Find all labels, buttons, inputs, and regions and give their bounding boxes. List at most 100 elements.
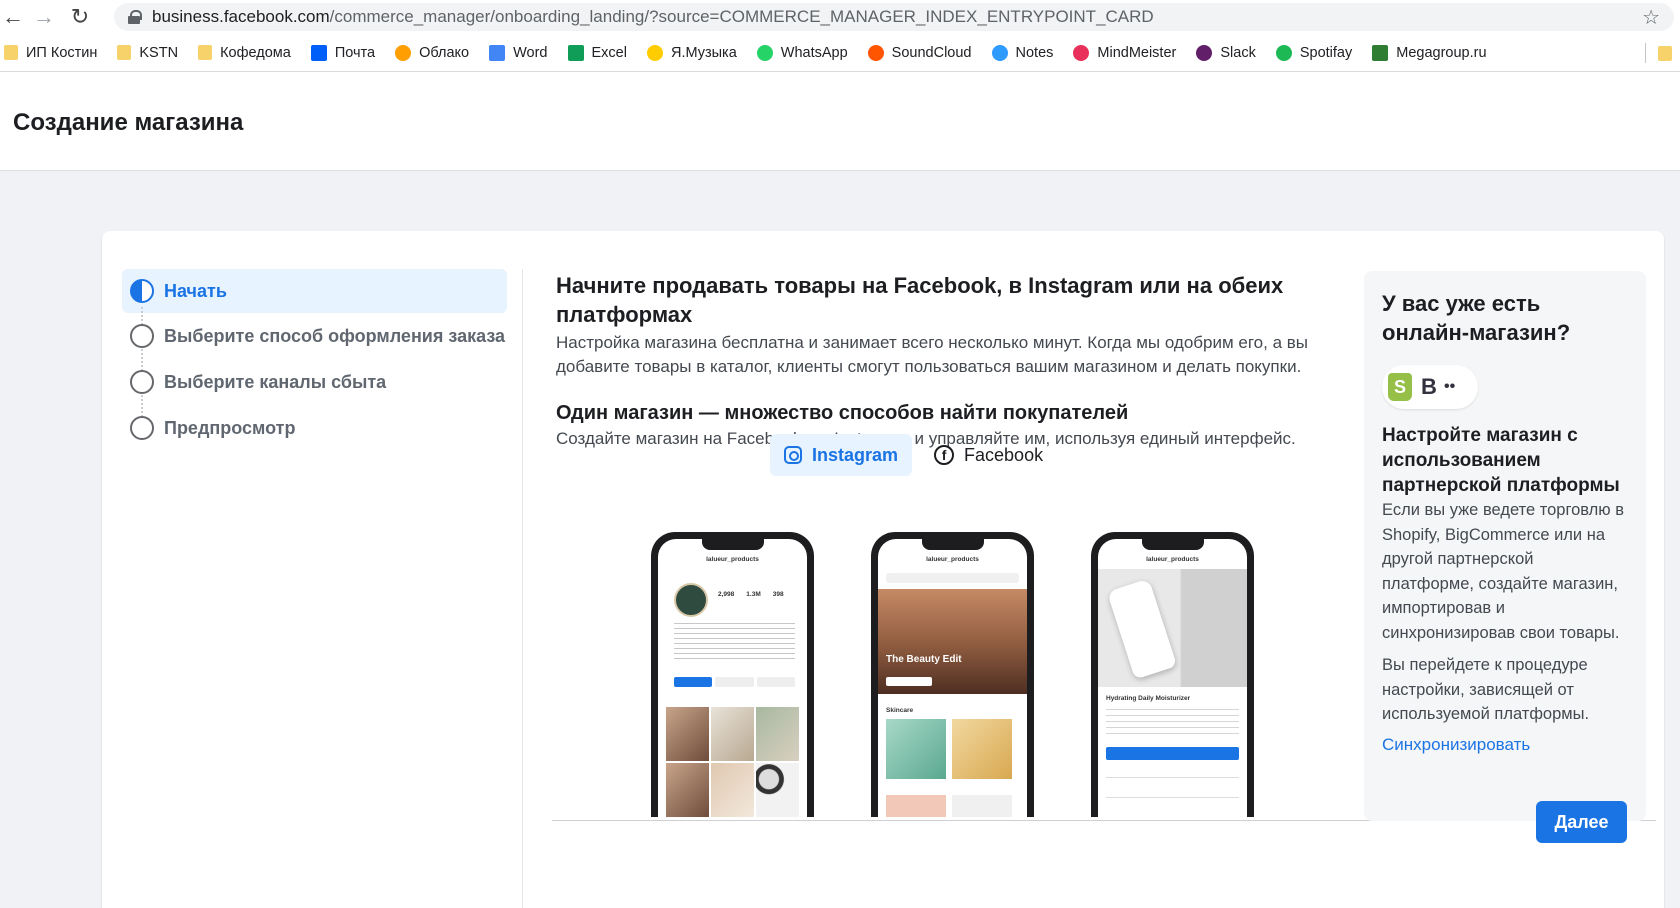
phone-mockup-product: lalueur_products Hydrating Daily Moistur… xyxy=(1091,532,1254,817)
phone-screen: lalueur_products Hydrating Daily Moistur… xyxy=(1098,539,1247,817)
folder-icon xyxy=(1658,45,1672,61)
bookmark-item[interactable]: Slack xyxy=(1196,44,1256,61)
spotify-icon xyxy=(1275,44,1292,61)
sync-link[interactable]: Синхронизировать xyxy=(1382,735,1628,755)
product-cta xyxy=(1106,747,1239,760)
bookmark-item[interactable]: Облако xyxy=(395,44,470,61)
bookmark-item[interactable]: Notes xyxy=(991,44,1053,61)
bookmark-item[interactable]: SoundCloud xyxy=(867,44,972,61)
main-subtitle: Один магазин — множество способов найти … xyxy=(556,402,1129,424)
bookmark-label: MindMeister xyxy=(1097,44,1177,61)
vertical-divider xyxy=(522,269,523,908)
bookmark-label: SoundCloud xyxy=(891,44,972,61)
profile-photo-grid xyxy=(666,707,799,817)
bookmark-item[interactable]: Excel xyxy=(567,44,627,61)
shop-hero-button xyxy=(886,677,932,686)
bookmark-label: Кофедома xyxy=(220,44,291,61)
star-icon[interactable]: ☆ xyxy=(1642,5,1660,30)
step-label: Выберите способ оформления заказа xyxy=(164,325,506,346)
step-start[interactable]: Начать xyxy=(122,269,507,329)
bookmark-label: Word xyxy=(513,44,548,61)
partner-logos: S B •• xyxy=(1382,365,1478,409)
phone-screen: lalueur_products The Beauty Edit Skincar… xyxy=(878,539,1027,817)
bookmark-item[interactable]: Я.Музыка xyxy=(646,44,737,61)
yandex-music-icon xyxy=(646,44,663,61)
bookmarks-overflow[interactable] xyxy=(1645,43,1680,63)
bookmark-item[interactable]: Spotifay xyxy=(1275,44,1352,61)
bookmark-label: Облако xyxy=(419,44,470,61)
more-icon: •• xyxy=(1444,378,1456,395)
step-label: Начать xyxy=(164,280,227,301)
bookmark-item[interactable]: WhatsApp xyxy=(756,44,848,61)
product-tile xyxy=(952,795,1012,817)
page-title: Создание магазина xyxy=(13,109,244,136)
step-preview[interactable]: Предпросмотр xyxy=(122,405,507,451)
phone-notch xyxy=(922,539,984,550)
side-subtitle: Настройте магазин с использованием партн… xyxy=(1382,425,1620,496)
notes-icon xyxy=(991,44,1008,61)
bookmarks-bar: ИП Костин KSTN Кофедома Почта Облако Word Exce… xyxy=(0,34,1680,72)
bookmarks-separator xyxy=(1645,43,1646,63)
url-host: business.facebook.com xyxy=(152,7,330,26)
profile-avatar xyxy=(674,583,708,617)
soundcloud-icon xyxy=(867,44,884,61)
bookmark-item[interactable]: MindMeister xyxy=(1073,44,1177,61)
profile-buttons xyxy=(674,677,795,687)
forward-arrow-icon[interactable]: → xyxy=(26,0,62,34)
word-icon xyxy=(489,44,506,61)
url-path: /commerce_manager/onboarding_landing/?so… xyxy=(329,7,1154,26)
next-button[interactable]: Далее xyxy=(1536,801,1627,843)
bookmark-label: ИП Костин xyxy=(26,44,98,61)
shop-section-title: Skincare xyxy=(886,707,914,714)
toggle-facebook[interactable]: f Facebook xyxy=(920,434,1057,476)
browser-toolbar: ← → ↻ business.facebook.com/commerce_man… xyxy=(0,0,1680,34)
reload-icon[interactable]: ↻ xyxy=(62,0,98,34)
phone-mockup-profile: lalueur_products 2,998 1.3M 398 xyxy=(651,532,814,817)
bookmark-item[interactable]: Почта xyxy=(310,44,375,61)
bookmark-item[interactable]: ИП Костин xyxy=(4,45,97,61)
step-checkout[interactable]: Выберите способ оформления заказа xyxy=(122,313,507,371)
mail-icon xyxy=(310,44,327,61)
step-circle-icon xyxy=(130,324,154,348)
bookmark-label: Megagroup.ru xyxy=(1396,44,1487,61)
product-divider xyxy=(1106,777,1239,778)
step-channels[interactable]: Выберите каналы сбыта xyxy=(122,359,507,417)
bookmark-label: Я.Музыка xyxy=(670,44,737,61)
onboarding-card: Начать Выберите способ оформления заказа… xyxy=(102,231,1664,908)
main-title: Начните продавать товары на Facebook, в … xyxy=(556,273,1284,327)
phone-shop-name: lalueur_products xyxy=(926,556,979,563)
folder-icon xyxy=(4,45,18,60)
product-name: Hydrating Daily Moisturizer xyxy=(1106,695,1191,702)
step-circle-icon xyxy=(130,370,154,394)
bookmark-item[interactable]: KSTN xyxy=(117,45,178,61)
stat-posts: 2,998 xyxy=(718,591,735,598)
product-tile xyxy=(952,719,1012,779)
side-text-2: Вы перейдете к процедуре настройки, зави… xyxy=(1382,656,1590,723)
back-arrow-icon[interactable]: ← xyxy=(0,0,26,34)
toggle-instagram-label: Instagram xyxy=(812,444,899,465)
phone-profile-name: lalueur_products xyxy=(706,556,759,563)
phone-screen: lalueur_products 2,998 1.3M 398 xyxy=(658,539,807,817)
profile-bio xyxy=(674,623,795,663)
toggle-instagram[interactable]: Instagram xyxy=(770,434,913,476)
step-circle-icon xyxy=(130,416,154,440)
step-label: Предпросмотр xyxy=(164,417,296,438)
bookmark-label: Excel xyxy=(591,44,627,61)
whatsapp-icon xyxy=(756,44,773,61)
shopify-icon: S xyxy=(1388,373,1412,401)
shop-search xyxy=(886,573,1019,583)
stat-following: 398 xyxy=(772,591,784,598)
step-progress-icon xyxy=(130,279,154,303)
side-panel: У вас уже есть онлайн-магазин? S B •• На… xyxy=(1364,271,1646,821)
phone-notch xyxy=(702,539,764,550)
side-text-1: Если вы уже ведете торговлю в Shopify, B… xyxy=(1382,501,1625,642)
phone-mockup-shop: lalueur_products The Beauty Edit Skincar… xyxy=(871,532,1034,817)
address-bar[interactable]: business.facebook.com/commerce_manager/o… xyxy=(114,3,1674,31)
bookmark-item[interactable]: Word xyxy=(489,44,548,61)
product-tile xyxy=(886,719,946,779)
bookmark-item[interactable]: Кофедома xyxy=(198,45,291,61)
bookmark-item[interactable]: Megagroup.ru xyxy=(1372,44,1487,61)
bookmark-label: Slack xyxy=(1220,44,1256,61)
cloud-icon xyxy=(395,44,412,61)
lock-icon xyxy=(128,10,142,24)
